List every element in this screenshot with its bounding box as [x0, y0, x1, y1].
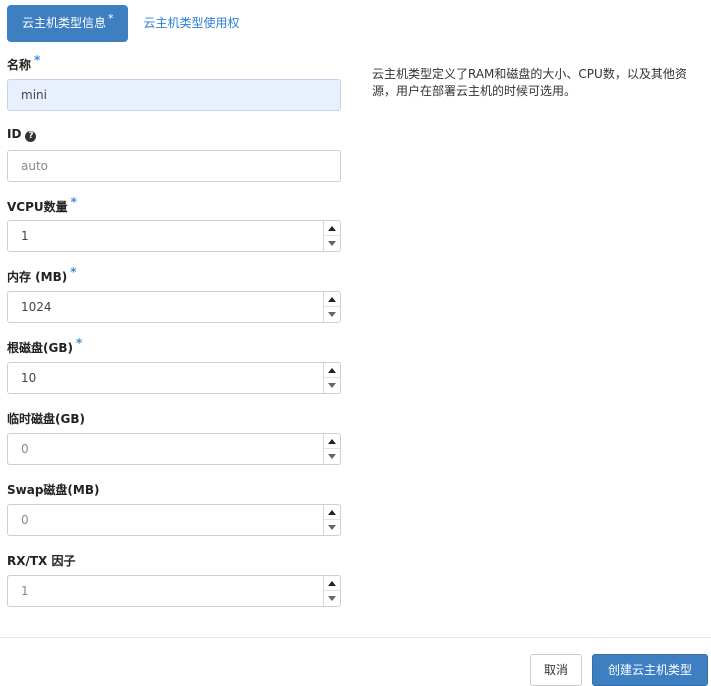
- swap-disk-label-text: Swap磁盘(MB): [7, 483, 100, 497]
- ram-label-text: 内存 (MB): [7, 270, 68, 284]
- ram-input[interactable]: 1024: [7, 291, 341, 323]
- name-input[interactable]: mini: [7, 79, 341, 111]
- increment-arrow-icon[interactable]: [324, 576, 340, 591]
- tab-flavor-info[interactable]: 云主机类型信息 *: [7, 5, 128, 42]
- swap-disk-input-value: 0: [21, 513, 29, 527]
- decrement-arrow-icon[interactable]: [324, 307, 340, 322]
- cancel-button[interactable]: 取消: [530, 654, 582, 686]
- question-circle-icon[interactable]: ?: [25, 131, 37, 142]
- ephemeral-disk-input[interactable]: 0: [7, 433, 341, 465]
- required-mark: *: [70, 265, 77, 279]
- required-mark: *: [75, 336, 83, 350]
- root-disk-label: 根磁盘(GB) *: [7, 336, 83, 356]
- ram-label: 内存 (MB) *: [7, 265, 77, 285]
- vcpu-label-text: VCPU数量: [7, 200, 68, 214]
- tab-flavor-info-label: 云主机类型信息: [22, 16, 107, 30]
- root-disk-stepper: [323, 363, 340, 393]
- vcpu-label: VCPU数量 *: [7, 195, 77, 215]
- decrement-arrow-icon[interactable]: [324, 236, 340, 251]
- ephemeral-disk-label-text: 临时磁盘(GB): [7, 412, 85, 426]
- decrement-arrow-icon[interactable]: [324, 591, 340, 606]
- id-input[interactable]: auto: [7, 150, 341, 182]
- vcpu-stepper: [323, 221, 340, 251]
- decrement-arrow-icon[interactable]: [324, 378, 340, 393]
- rxtx-factor-stepper: [323, 576, 340, 606]
- decrement-arrow-icon[interactable]: [324, 449, 340, 464]
- ephemeral-disk-stepper: [323, 434, 340, 464]
- increment-arrow-icon[interactable]: [324, 292, 340, 307]
- tab-flavor-access[interactable]: 云主机类型使用权: [128, 5, 256, 42]
- root-disk-label-text: 根磁盘(GB): [7, 341, 73, 355]
- ephemeral-disk-input-value: 0: [21, 442, 29, 456]
- root-disk-input[interactable]: 10: [7, 362, 341, 394]
- create-flavor-button[interactable]: 创建云主机类型: [592, 654, 708, 686]
- name-label: 名称 *: [7, 53, 41, 73]
- id-input-value: auto: [21, 159, 49, 173]
- ram-input-value: 1024: [21, 300, 52, 314]
- rxtx-factor-label-text: RX/TX 因子: [7, 554, 76, 568]
- id-label-text: ID: [7, 127, 22, 141]
- vcpu-input[interactable]: 1: [7, 220, 341, 252]
- swap-disk-stepper: [323, 505, 340, 535]
- rxtx-factor-label: RX/TX 因子: [7, 552, 76, 569]
- required-mark: *: [108, 12, 114, 25]
- required-mark: *: [70, 195, 77, 209]
- increment-arrow-icon[interactable]: [324, 363, 340, 378]
- flavor-description: 云主机类型定义了RAM和磁盘的大小、CPU数，以及其他资源，用户在部署云主机的时…: [372, 67, 687, 98]
- name-input-value: mini: [21, 88, 47, 102]
- id-label: ID?: [7, 127, 37, 142]
- name-label-text: 名称: [7, 58, 32, 72]
- root-disk-input-value: 10: [21, 371, 37, 385]
- increment-arrow-icon[interactable]: [324, 434, 340, 449]
- rxtx-factor-input-value: 1: [21, 584, 29, 598]
- required-mark: *: [34, 53, 41, 67]
- decrement-arrow-icon[interactable]: [324, 520, 340, 535]
- increment-arrow-icon[interactable]: [324, 505, 340, 520]
- vcpu-input-value: 1: [21, 229, 29, 243]
- footer-divider: [0, 637, 711, 638]
- swap-disk-label: Swap磁盘(MB): [7, 481, 99, 498]
- ram-stepper: [323, 292, 340, 322]
- tab-flavor-access-label: 云主机类型使用权: [143, 16, 240, 30]
- increment-arrow-icon[interactable]: [324, 221, 340, 236]
- tab-bar: 云主机类型信息 * 云主机类型使用权: [7, 5, 256, 42]
- rxtx-factor-input[interactable]: 1: [7, 575, 341, 607]
- swap-disk-input[interactable]: 0: [7, 504, 341, 536]
- ephemeral-disk-label: 临时磁盘(GB): [7, 410, 85, 427]
